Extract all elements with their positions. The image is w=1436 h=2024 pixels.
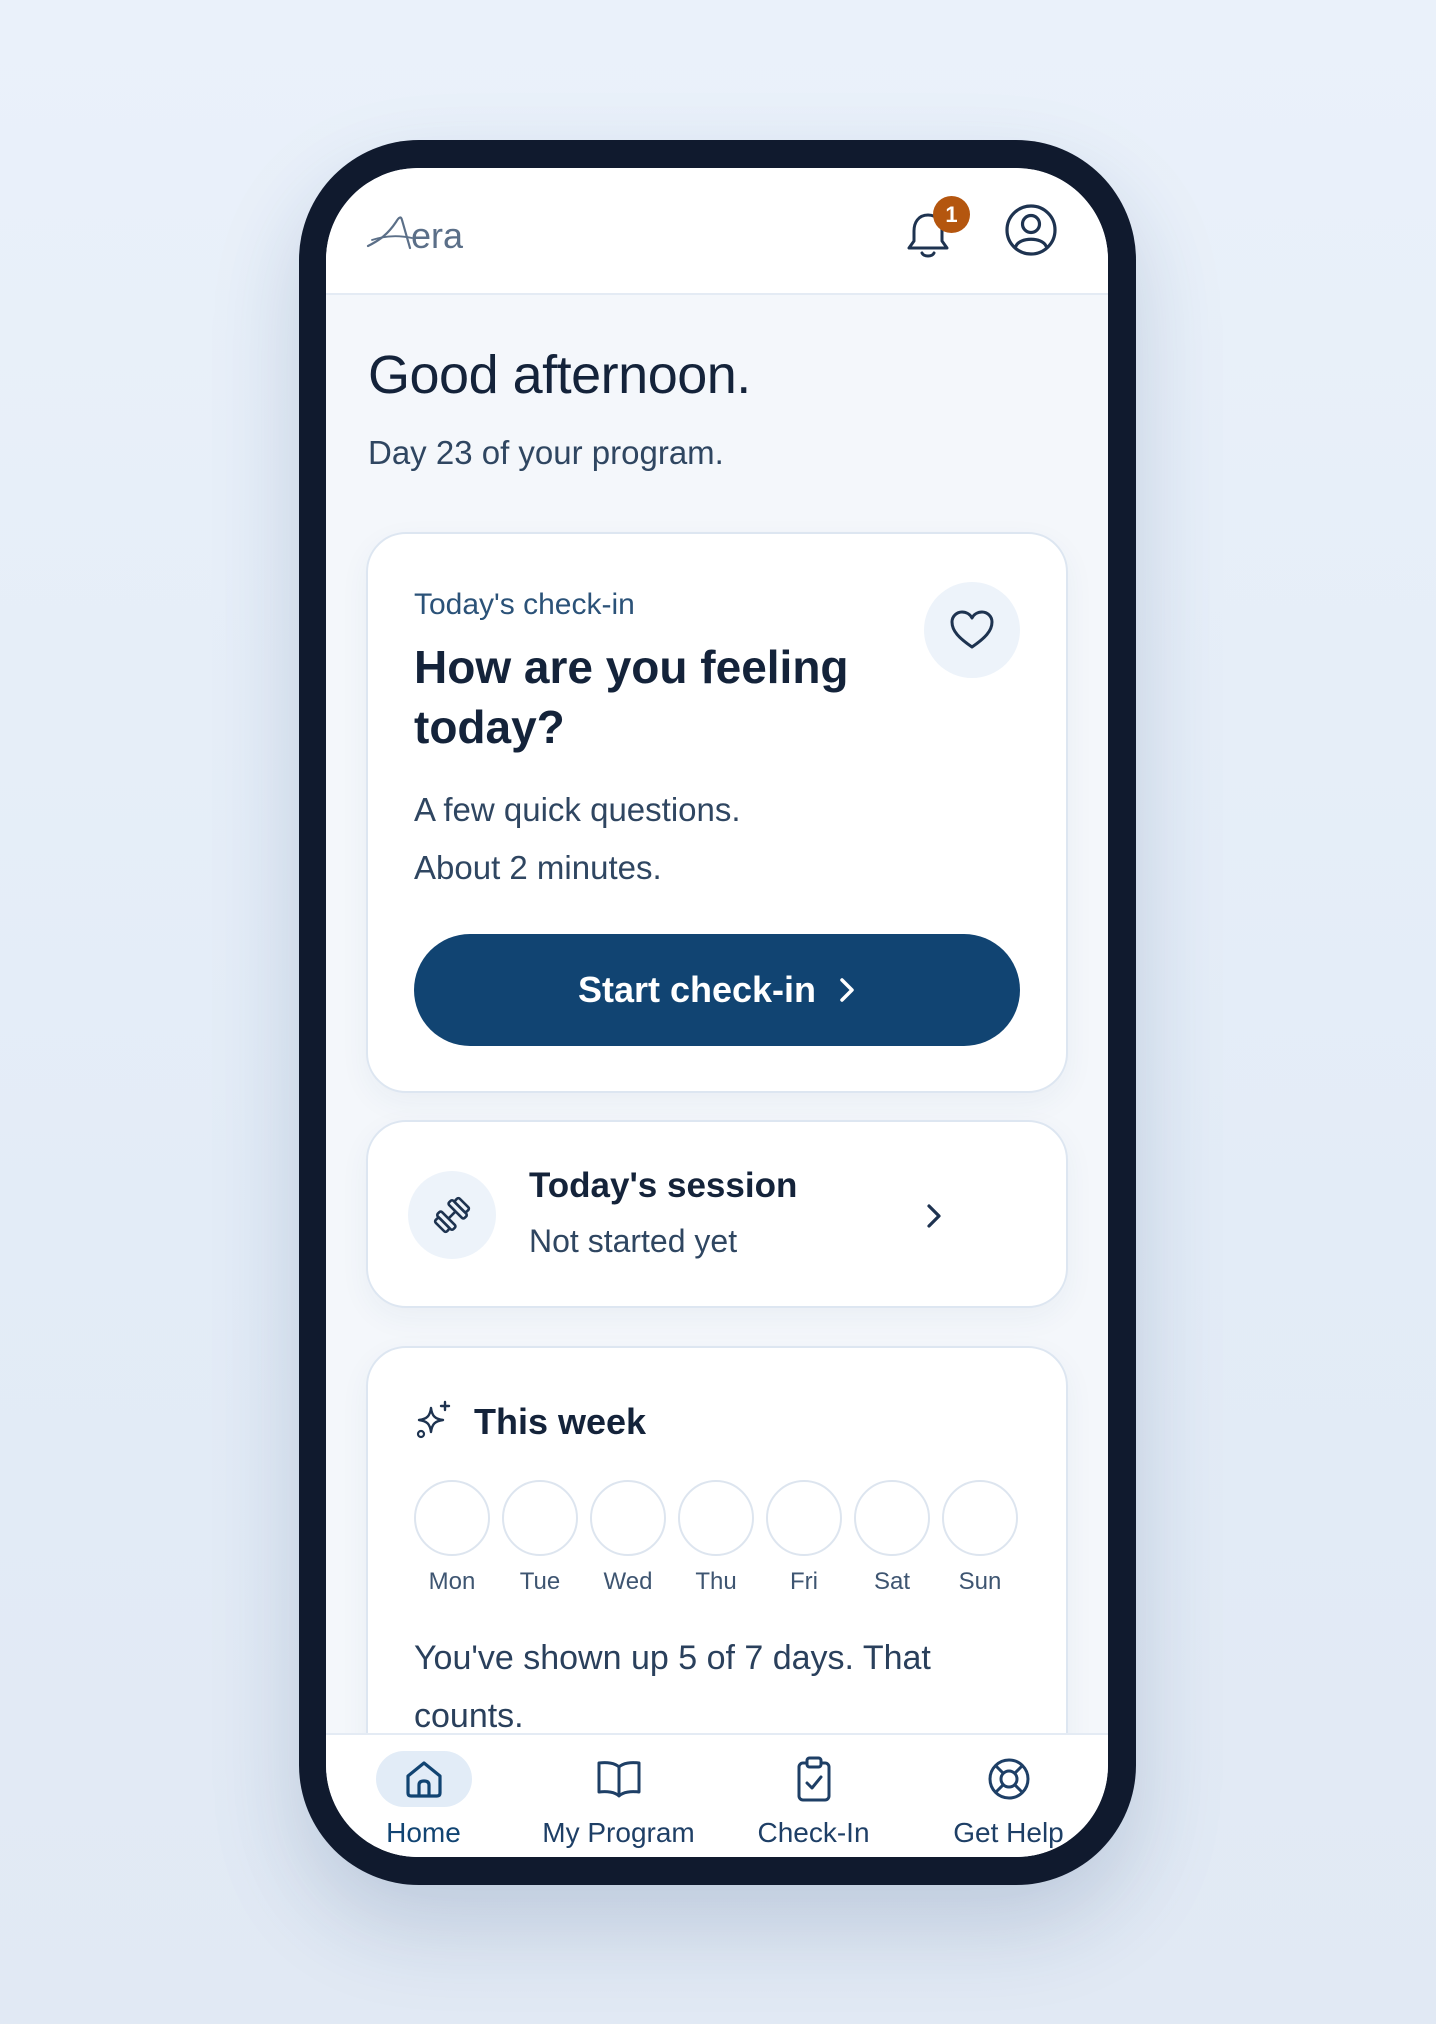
checkin-desc-line2: About 2 minutes. — [414, 849, 662, 886]
day-mon: Mon — [414, 1480, 490, 1596]
day-fri: Fri — [766, 1480, 842, 1596]
day-circle — [590, 1480, 666, 1556]
heart-icon — [950, 610, 994, 649]
day-circle — [502, 1480, 578, 1556]
nav-program-icon-wrap — [571, 1751, 667, 1807]
week-summary: You've shown up 5 of 7 days. That counts… — [414, 1639, 931, 1735]
nav-home-icon-wrap — [375, 1751, 472, 1807]
nav-help-label: Get Help — [953, 1817, 1064, 1848]
day-circle — [854, 1480, 930, 1556]
bottom-nav: Home My Program Check-In Get Help — [326, 1733, 1108, 1857]
session-status: Not started yet — [529, 1223, 738, 1259]
day-label: Sat — [873, 1568, 911, 1595]
nav-help-icon-wrap — [961, 1751, 1057, 1807]
day-sun: Sun — [942, 1480, 1018, 1596]
nav-check-in[interactable]: Check-In — [716, 1735, 911, 1857]
nav-my-program[interactable]: My Program — [521, 1735, 716, 1857]
nav-home[interactable]: Home — [326, 1735, 521, 1857]
app-screen: era 1 Good afternoon. Day 23 of your pro… — [326, 168, 1108, 1857]
session-card[interactable]: Today's session Not started yet — [366, 1120, 1068, 1308]
checkin-card: Today's check-in How are you feeling tod… — [366, 532, 1068, 1093]
phone-frame: era 1 Good afternoon. Day 23 of your pro… — [299, 140, 1136, 1885]
aera-logo: era — [366, 210, 481, 256]
nav-program-label: My Program — [542, 1817, 695, 1848]
day-label: Mon — [428, 1568, 476, 1595]
nav-checkin-label: Check-In — [757, 1817, 870, 1848]
day-circle — [766, 1480, 842, 1556]
day-tue: Tue — [502, 1480, 578, 1596]
sparkles-icon — [414, 1400, 454, 1440]
day-label: Tue — [519, 1568, 561, 1595]
session-icon-wrap — [408, 1171, 496, 1259]
day-circle — [678, 1480, 754, 1556]
week-title: This week — [474, 1401, 647, 1442]
dumbbell-icon — [433, 1196, 471, 1234]
nav-home-label: Home — [386, 1817, 461, 1848]
day-label: Wed — [603, 1568, 653, 1595]
day-sat: Sat — [854, 1480, 930, 1596]
day-label: Fri — [790, 1568, 818, 1595]
start-checkin-button[interactable]: Start check-in — [414, 934, 1020, 1046]
nav-checkin-icon-wrap — [766, 1751, 862, 1807]
notification-badge: 1 — [933, 196, 970, 233]
profile-icon[interactable] — [1004, 203, 1058, 257]
day-label: Thu — [695, 1568, 737, 1595]
home-icon — [405, 1761, 442, 1798]
day-circle — [414, 1480, 490, 1556]
lifebuoy-icon — [988, 1758, 1029, 1800]
day-circle — [942, 1480, 1018, 1556]
favorite-button[interactable] — [924, 582, 1020, 678]
logo-text: era — [411, 215, 464, 256]
chevron-right-icon — [838, 976, 856, 1004]
checkin-desc-line1: A few quick questions. — [414, 791, 741, 828]
chevron-right-icon — [919, 1199, 949, 1233]
day-label: Sun — [958, 1568, 1002, 1595]
clipboard-check-icon — [797, 1756, 830, 1802]
nav-get-help[interactable]: Get Help — [911, 1735, 1106, 1857]
book-icon — [597, 1761, 640, 1798]
app-header: era 1 — [326, 168, 1108, 295]
day-thu: Thu — [678, 1480, 754, 1596]
program-day-text: Day 23 of your program. — [368, 434, 724, 471]
start-checkin-label: Start check-in — [577, 969, 817, 1010]
checkin-title: How are you feeling today? — [414, 641, 849, 753]
checkin-description: A few quick questions. About 2 minutes. — [414, 781, 741, 897]
checkin-label: Today's check-in — [414, 588, 635, 621]
day-wed: Wed — [590, 1480, 666, 1596]
session-title: Today's session — [529, 1166, 798, 1205]
greeting-title: Good afternoon. — [368, 345, 751, 405]
